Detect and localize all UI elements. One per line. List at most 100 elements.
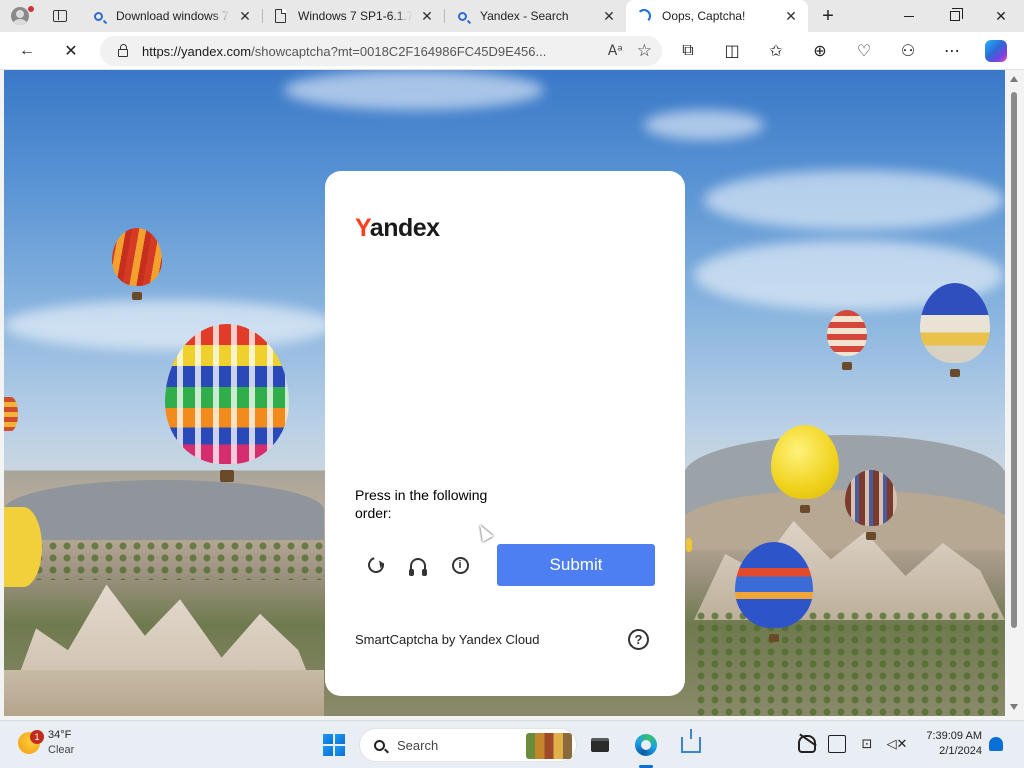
weather-sun-icon: 1 [18, 730, 44, 754]
yandex-logo: Yandex [355, 214, 440, 242]
tab-oops-captcha[interactable]: Oops, Captcha! ✕ [626, 0, 808, 32]
close-tab-icon[interactable]: ✕ [782, 7, 800, 25]
weather-widget[interactable]: 1 34°F Clear [18, 728, 74, 758]
volume-muted-icon: ◁✕ [886, 736, 908, 751]
search-highlight-image [526, 733, 572, 759]
hot-air-balloon [4, 507, 42, 587]
restore-icon [950, 8, 963, 21]
workspaces-button[interactable]: ⚇ [890, 35, 926, 67]
search-icon [90, 8, 106, 24]
toolbar-actions: ⧉ ◫ ✩ ⊕ ♡ ⚇ ⋯ [670, 35, 1014, 67]
page-scrollbar[interactable] [1005, 70, 1024, 716]
scroll-up-arrow-icon[interactable] [1010, 76, 1018, 82]
stop-loading-button[interactable]: ✕ [53, 35, 89, 67]
profile-avatar-icon [11, 7, 29, 25]
lock-icon[interactable] [118, 44, 128, 57]
cloud-offline-icon [798, 735, 816, 753]
notification-bell-icon[interactable] [989, 737, 1003, 751]
notification-dot [28, 6, 34, 12]
browser-toolbar: ← ✕ https://yandex.com/showcaptcha?mt=00… [0, 32, 1024, 70]
close-tab-icon[interactable]: ✕ [600, 7, 618, 25]
terminal-app-button[interactable] [584, 729, 616, 761]
close-tab-icon[interactable]: ✕ [418, 7, 436, 25]
keyboard-icon [828, 735, 846, 753]
back-button[interactable]: ← [9, 35, 45, 67]
favorites-button[interactable]: ✩ [758, 35, 794, 67]
loading-spinner-icon [636, 8, 652, 24]
heart-pulse-icon: ♡ [856, 43, 872, 60]
new-tab-button[interactable]: + [808, 0, 848, 32]
hot-air-balloon [845, 470, 897, 540]
tab-yandex-search[interactable]: Yandex - Search ✕ [444, 0, 626, 32]
tab-title: Windows 7 SP1-6.1.76 [298, 9, 412, 23]
tab-actions-icon [53, 10, 67, 22]
info-icon: i [451, 556, 469, 574]
download-tray-icon [681, 729, 701, 753]
split-screen-icon: ◫ [724, 43, 740, 60]
tab-actions-button[interactable] [40, 0, 80, 32]
window-controls: ✕ [886, 0, 1024, 32]
scrollbar-thumb[interactable] [1011, 92, 1017, 628]
settings-more-button[interactable]: ⋯ [934, 35, 970, 67]
extensions-button[interactable]: ⧉ [670, 35, 706, 67]
address-bar[interactable]: https://yandex.com/showcaptcha?mt=0018C2… [100, 36, 662, 66]
tab-download-windows[interactable]: Download windows 7 ✕ [80, 0, 262, 32]
smartcaptcha-credit: SmartCaptcha by Yandex Cloud [355, 632, 540, 647]
minimize-icon [904, 15, 914, 17]
edge-browser-icon [635, 734, 657, 756]
captcha-info-button[interactable]: i [448, 553, 472, 577]
restore-button[interactable] [932, 0, 978, 32]
close-icon: ✕ [995, 7, 1007, 24]
refresh-captcha-button[interactable] [364, 553, 388, 577]
clock-time: 7:39:09 AM [926, 730, 982, 742]
audio-captcha-button[interactable] [406, 553, 430, 577]
more-options-icon: ⋯ [944, 43, 960, 60]
clock-date: 2/1/2024 [939, 745, 982, 757]
system-tray: ⊡ ◁✕ [798, 735, 908, 753]
search-icon [374, 739, 385, 751]
page-background: Yandex Press in the following order: i S… [4, 70, 1005, 716]
weather-condition-text: Clear [48, 744, 75, 756]
hot-air-balloon [165, 324, 289, 482]
hot-air-balloon [827, 310, 867, 370]
tab-title: Yandex - Search [480, 9, 569, 23]
captcha-card: Yandex Press in the following order: i S… [325, 171, 685, 696]
stop-icon: ✕ [64, 43, 78, 60]
split-screen-button[interactable]: ◫ [714, 35, 750, 67]
tab-title: Oops, Captcha! [662, 9, 746, 23]
close-tab-icon[interactable]: ✕ [236, 7, 254, 25]
back-arrow-icon: ← [19, 42, 35, 59]
network-disconnected-icon: ⊡ [861, 736, 873, 751]
windows-start-icon[interactable] [323, 734, 345, 756]
hot-air-balloon [735, 542, 813, 642]
edge-app-button[interactable] [630, 729, 662, 761]
page-icon [272, 8, 288, 24]
read-aloud-icon[interactable]: Aᵃ [608, 43, 623, 59]
scroll-down-arrow-icon[interactable] [1010, 704, 1018, 710]
collections-button[interactable]: ⊕ [802, 35, 838, 67]
taskbar-clock[interactable]: 7:39:09 AM 2/1/2024 [908, 729, 982, 759]
submit-button[interactable]: Submit [497, 544, 655, 586]
help-icon[interactable]: ? [628, 629, 649, 650]
profile-button[interactable] [0, 0, 40, 32]
temperature-text: 34°F [48, 729, 72, 741]
browser-essentials-button[interactable]: ♡ [846, 35, 882, 67]
terminal-icon [591, 738, 609, 752]
favorite-star-icon[interactable]: ☆ [637, 41, 652, 61]
copilot-button[interactable] [978, 35, 1014, 67]
taskbar-search-box[interactable]: Search [359, 728, 577, 762]
windows-taskbar: 1 34°F Clear Search ⊡ ◁✕ 7:39:09 AM 2/1/… [0, 720, 1024, 768]
tab-windows-sp1[interactable]: Windows 7 SP1-6.1.76 ✕ [262, 0, 444, 32]
url-text[interactable]: https://yandex.com/showcaptcha?mt=0018C2… [142, 44, 596, 59]
people-icon: ⚇ [900, 43, 916, 60]
onedrive-offline-button[interactable] [798, 735, 816, 753]
hot-air-balloon [4, 397, 18, 431]
network-button[interactable]: ⊡ [858, 735, 876, 753]
minimize-button[interactable] [886, 0, 932, 32]
keyboard-button[interactable] [828, 735, 846, 753]
close-window-button[interactable]: ✕ [978, 0, 1024, 32]
weather-alert-badge: 1 [30, 730, 44, 744]
refresh-icon [365, 554, 387, 576]
volume-button[interactable]: ◁✕ [886, 735, 908, 753]
downloads-app-button[interactable] [675, 729, 707, 761]
